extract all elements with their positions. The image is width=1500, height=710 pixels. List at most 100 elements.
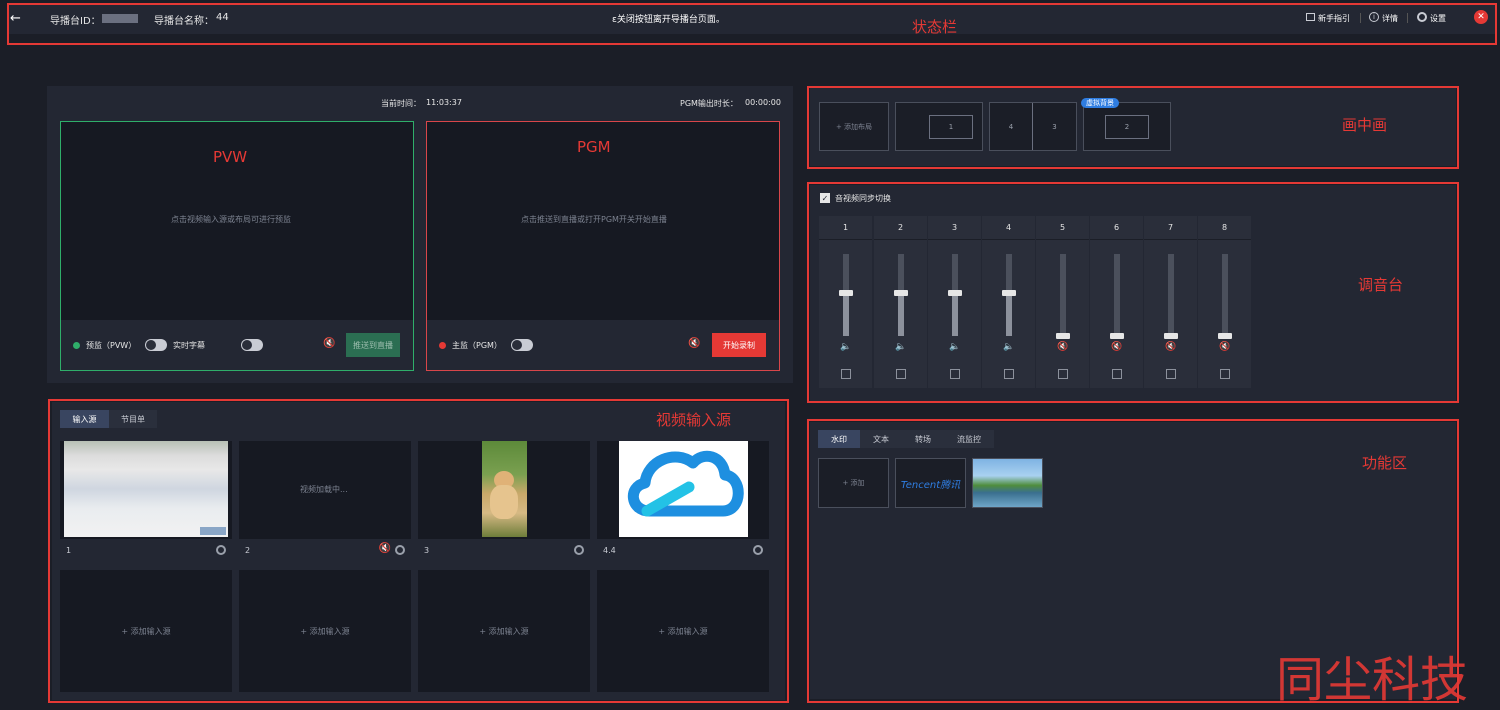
pgm-mute-icon[interactable]: 🔇 (688, 338, 700, 349)
detail-link[interactable]: 详情 (1382, 13, 1398, 24)
mixer-channel: 2 🔈 (874, 216, 927, 388)
channel-checkbox[interactable] (1165, 369, 1176, 379)
annotation-function-area: 功能区 (1362, 454, 1408, 472)
pvw-controls: 预监（PVW） 实时字幕 🔇 推送到直播 (61, 320, 413, 370)
gear-icon[interactable] (216, 545, 226, 555)
gear-icon[interactable] (753, 545, 763, 555)
start-recording-button[interactable]: 开始录制 (712, 333, 766, 357)
mixer-channel: 8 🔇 (1198, 216, 1251, 388)
volume-fader-knob[interactable] (1055, 333, 1070, 339)
volume-fader-knob[interactable] (1109, 333, 1124, 339)
add-input-source-button[interactable]: + 添加输入源 (418, 570, 590, 692)
guide-icon[interactable] (1306, 13, 1315, 21)
tab-text[interactable]: 文本 (860, 430, 902, 448)
pvw-mute-icon[interactable]: 🔇 (323, 338, 335, 349)
mixer-channel-label: 2 (874, 216, 927, 240)
volume-fader-track[interactable] (1059, 254, 1066, 336)
pvw-monitor[interactable]: PVW 点击视频输入源或布局可进行预监 预监（PVW） 实时字幕 🔇 推送到直播 (60, 121, 414, 371)
layout-box: 1 (929, 115, 973, 139)
source-thumbnail-blurred (64, 441, 228, 537)
gear-icon[interactable] (395, 545, 405, 555)
mixer-channels: 1 🔈 2 🔈 3 🔈 4 🔈 5 🔇 6 🔇 7 🔇 8 🔇 (819, 216, 1253, 388)
add-input-source-button[interactable]: + 添加输入源 (239, 570, 411, 692)
pip-layout-card[interactable]: 4 3 (989, 102, 1077, 151)
tab-stream-monitor[interactable]: 流监控 (944, 430, 994, 448)
annotation-pip: 画中画 (1342, 116, 1388, 134)
pgm-duration-value: 00:00:00 (745, 98, 781, 107)
push-to-live-button[interactable]: 推送到直播 (346, 333, 400, 357)
input-source-tile[interactable]: 4.4 (597, 441, 769, 561)
volume-fader-knob[interactable] (1217, 333, 1232, 339)
status-bar: ← 导播台ID： 导播台名称： 44 ɛ关闭按钮离开导播台页面。 新手指引 i … (8, 4, 1496, 34)
volume-fader-track[interactable] (1113, 254, 1120, 336)
tab-watermark[interactable]: 水印 (818, 430, 860, 448)
channel-checkbox[interactable] (840, 369, 851, 379)
muted-speaker-icon[interactable]: 🔇 (1111, 342, 1122, 352)
muted-speaker-icon[interactable]: 🔇 (1219, 342, 1230, 352)
volume-fader-knob[interactable] (838, 290, 853, 297)
input-source-tile[interactable]: 3 (418, 441, 590, 561)
speaker-icon[interactable]: 🔈 (949, 342, 960, 352)
gear-icon[interactable] (574, 545, 584, 555)
sync-checkbox[interactable]: ✓ (820, 193, 830, 203)
channel-checkbox[interactable] (895, 369, 906, 379)
add-input-source-label: + 添加输入源 (300, 626, 350, 636)
volume-fader-track[interactable] (1221, 254, 1228, 336)
input-source-tile[interactable]: 视频加载中... 2 🔇 (239, 441, 411, 561)
gear-icon[interactable] (1417, 12, 1427, 22)
pgm-title: PGM (577, 138, 611, 156)
add-watermark-button[interactable]: + 添加 (818, 458, 889, 508)
channel-checkbox[interactable] (1003, 369, 1014, 379)
layout-box: 3 (1052, 122, 1057, 131)
mixer-channel: 3 🔈 (928, 216, 981, 388)
monitor-panel: 当前时间： 11:03:37 PGM输出时长： 00:00:00 PVW 点击视… (47, 86, 793, 383)
tab-transition[interactable]: 转场 (902, 430, 944, 448)
pgm-status-dot (439, 342, 446, 349)
back-arrow-icon[interactable]: ← (10, 11, 21, 26)
add-layout-label: + 添加布局 (835, 122, 873, 131)
mixer-channel-label: 1 (819, 216, 872, 240)
annotation-mixer: 调音台 (1358, 276, 1404, 294)
speaker-icon[interactable]: 🔈 (1003, 342, 1014, 352)
tab-input-sources[interactable]: 输入源 (60, 410, 109, 428)
guide-link[interactable]: 新手指引 (1318, 13, 1350, 24)
pvw-toggle[interactable] (145, 339, 167, 351)
mixer-channel-label: 5 (1036, 216, 1089, 240)
pgm-toggle[interactable] (511, 339, 533, 351)
info-icon[interactable]: i (1369, 12, 1379, 22)
input-sources-panel: 输入源 节目单 1 视频加载中... 2 🔇 3 4.4 + 添加输入源 + 添… (52, 402, 785, 700)
volume-fader-knob[interactable] (1163, 333, 1178, 339)
annotation-video-input: 视频输入源 (656, 411, 732, 429)
subtitle-toggle-label: 实时字幕 (173, 341, 205, 350)
add-layout-button[interactable]: + 添加布局 (819, 102, 889, 151)
volume-fader-knob[interactable] (947, 290, 962, 297)
close-icon[interactable]: ✕ (1474, 10, 1488, 24)
mute-icon[interactable]: 🔇 (379, 543, 391, 554)
volume-fader-track[interactable] (1167, 254, 1174, 336)
muted-speaker-icon[interactable]: 🔇 (1057, 342, 1068, 352)
add-input-source-button[interactable]: + 添加输入源 (60, 570, 232, 692)
input-source-tile[interactable]: 1 (60, 441, 232, 561)
watermark-tencent[interactable]: Tencent腾讯 (895, 458, 966, 508)
muted-speaker-icon[interactable]: 🔇 (1165, 342, 1176, 352)
volume-fader-knob[interactable] (893, 290, 908, 297)
channel-checkbox[interactable] (1057, 369, 1068, 379)
divider (1360, 13, 1361, 23)
watermark-landscape[interactable] (972, 458, 1043, 508)
channel-checkbox[interactable] (949, 369, 960, 379)
console-name-label: 导播台名称： (154, 16, 214, 27)
pip-layout-card[interactable]: 1 (895, 102, 983, 151)
speaker-icon[interactable]: 🔈 (895, 342, 906, 352)
add-input-source-button[interactable]: + 添加输入源 (597, 570, 769, 692)
tab-program-list[interactable]: 节目单 (109, 410, 157, 428)
volume-fader-knob[interactable] (1001, 290, 1016, 297)
speaker-icon[interactable]: 🔈 (840, 342, 851, 352)
channel-checkbox[interactable] (1111, 369, 1122, 379)
pgm-monitor[interactable]: PGM 点击推送到直播或打开PGM开关开始直播 主监（PGM） 🔇 开始录制 (426, 121, 780, 371)
settings-link[interactable]: 设置 (1430, 13, 1446, 24)
mixer-channel-label: 3 (928, 216, 981, 240)
pip-layout-card[interactable]: 2 (1083, 102, 1171, 151)
mixer-channel: 6 🔇 (1090, 216, 1143, 388)
channel-checkbox[interactable] (1219, 369, 1230, 379)
subtitle-toggle[interactable] (240, 339, 263, 351)
